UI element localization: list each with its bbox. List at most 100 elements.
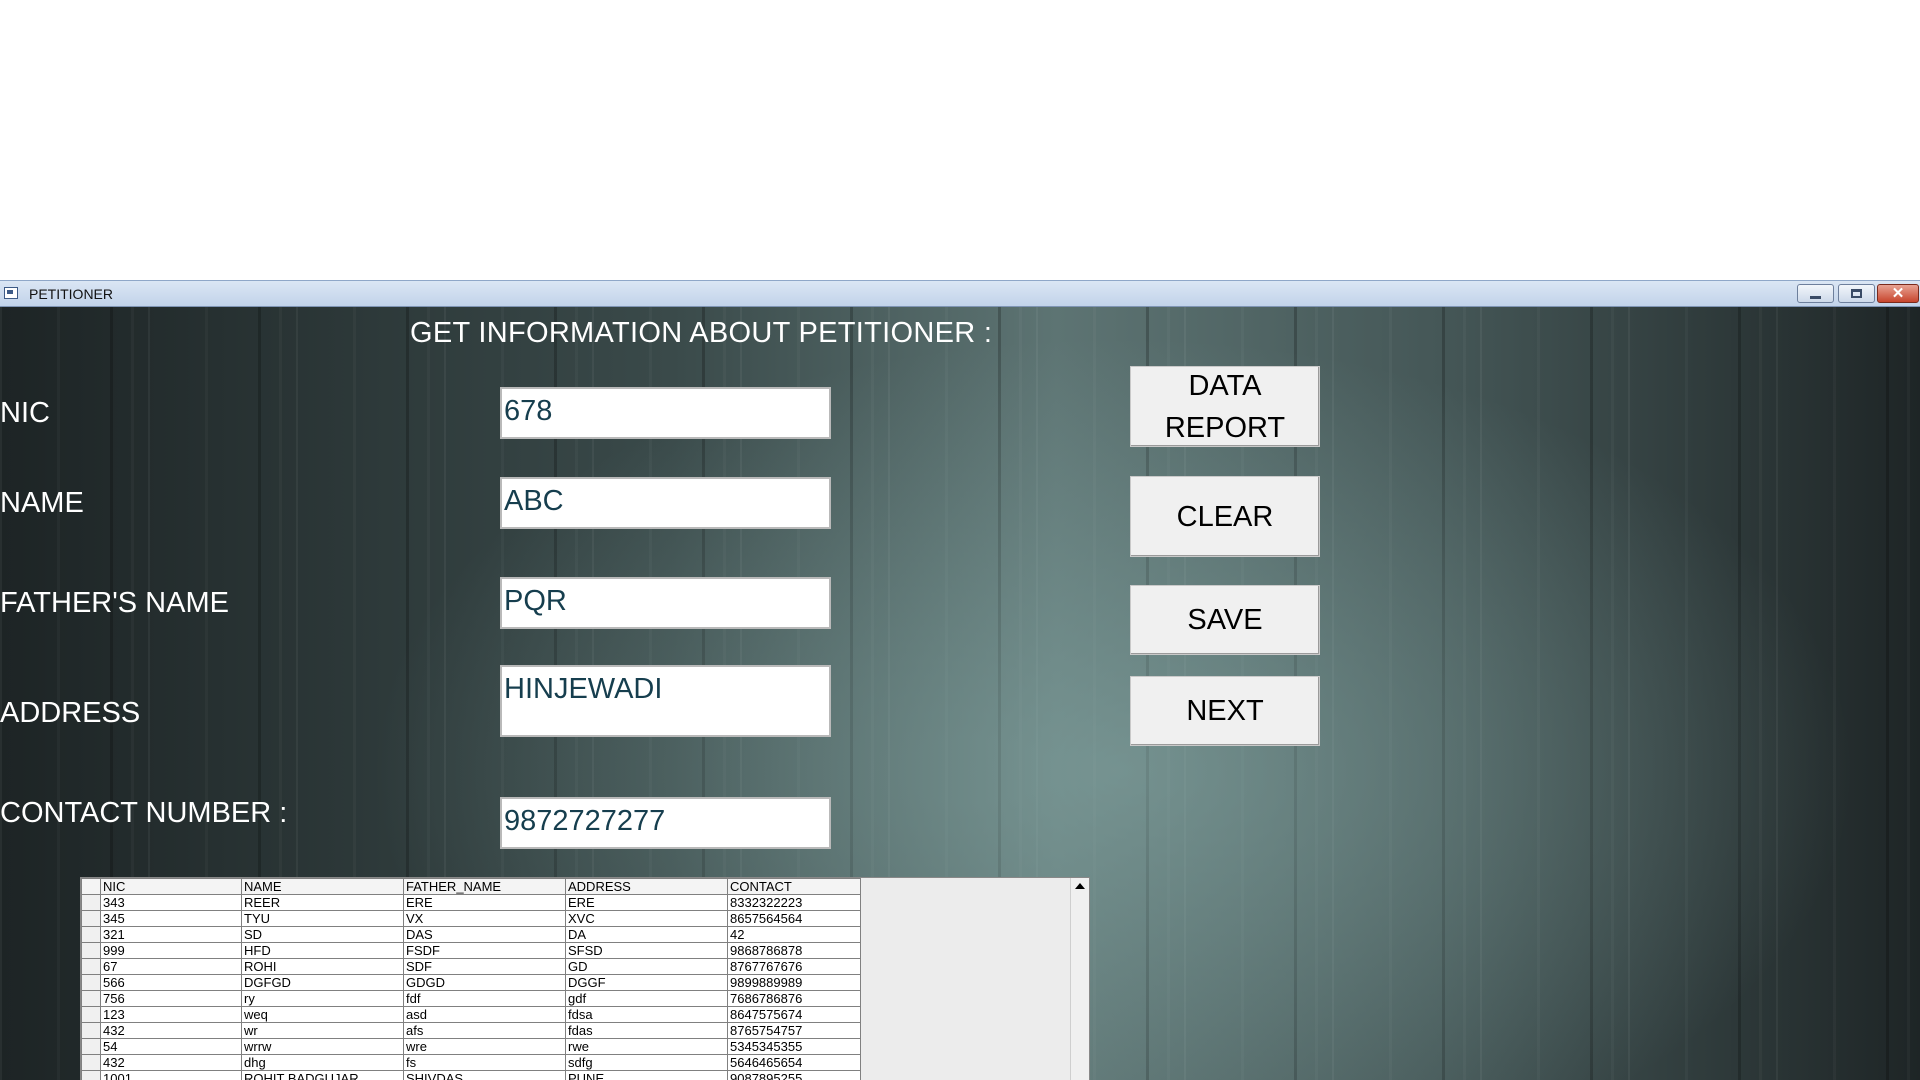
vertical-scrollbar[interactable]: [1070, 878, 1089, 1080]
cell-father-name[interactable]: wre: [403, 1038, 566, 1055]
cell-address[interactable]: DA: [565, 926, 728, 943]
cell-father-name[interactable]: ERE: [403, 894, 566, 911]
cell-father-name[interactable]: fdf: [403, 990, 566, 1007]
table-row[interactable]: 1001 ROHIT BADGUJAR SHIVDAS PUNE 9087895…: [81, 1070, 861, 1080]
cell-address[interactable]: fdas: [565, 1022, 728, 1039]
cell-address[interactable]: sdfg: [565, 1054, 728, 1071]
row-selector[interactable]: [81, 1038, 101, 1055]
cell-name[interactable]: ROHIT BADGUJAR: [241, 1070, 404, 1080]
cell-nic[interactable]: 1001: [100, 1070, 242, 1080]
cell-father-name[interactable]: asd: [403, 1006, 566, 1023]
cell-contact[interactable]: 42: [727, 926, 861, 943]
cell-father-name[interactable]: SHIVDAS: [403, 1070, 566, 1080]
cell-name[interactable]: HFD: [241, 942, 404, 959]
petitioner-data-grid[interactable]: NIC NAME FATHER_NAME ADDRESS CONTACT 343…: [80, 877, 1090, 1080]
name-input[interactable]: ABC: [500, 477, 831, 529]
cell-address[interactable]: ERE: [565, 894, 728, 911]
cell-contact[interactable]: 9899889989: [727, 974, 861, 991]
cell-address[interactable]: rwe: [565, 1038, 728, 1055]
cell-nic[interactable]: 123: [100, 1006, 242, 1023]
cell-address[interactable]: PUNE: [565, 1070, 728, 1080]
cell-nic[interactable]: 999: [100, 942, 242, 959]
cell-name[interactable]: ROHI: [241, 958, 404, 975]
column-header-contact[interactable]: CONTACT: [727, 878, 861, 895]
row-selector[interactable]: [81, 1022, 101, 1039]
cell-nic[interactable]: 67: [100, 958, 242, 975]
row-selector[interactable]: [81, 974, 101, 991]
cell-father-name[interactable]: afs: [403, 1022, 566, 1039]
table-row[interactable]: 343 REER ERE ERE 8332322223: [81, 894, 861, 911]
cell-father-name[interactable]: DAS: [403, 926, 566, 943]
data-report-button[interactable]: DATA REPORT: [1130, 366, 1320, 447]
cell-address[interactable]: GD: [565, 958, 728, 975]
cell-name[interactable]: REER: [241, 894, 404, 911]
cell-nic[interactable]: 432: [100, 1022, 242, 1039]
close-button[interactable]: ✕: [1877, 284, 1919, 303]
column-header-father-name[interactable]: FATHER_NAME: [403, 878, 566, 895]
cell-address[interactable]: gdf: [565, 990, 728, 1007]
cell-name[interactable]: dhg: [241, 1054, 404, 1071]
column-header-address[interactable]: ADDRESS: [565, 878, 728, 895]
cell-nic[interactable]: 756: [100, 990, 242, 1007]
title-bar[interactable]: PETITIONER ✕: [0, 280, 1920, 307]
cell-father-name[interactable]: fs: [403, 1054, 566, 1071]
table-row[interactable]: 432 wr afs fdas 8765754757: [81, 1022, 861, 1039]
cell-name[interactable]: weq: [241, 1006, 404, 1023]
cell-contact[interactable]: 8657564564: [727, 910, 861, 927]
restore-button[interactable]: [1838, 284, 1875, 303]
cell-nic[interactable]: 345: [100, 910, 242, 927]
cell-name[interactable]: SD: [241, 926, 404, 943]
cell-father-name[interactable]: VX: [403, 910, 566, 927]
cell-contact[interactable]: 8767767676: [727, 958, 861, 975]
fathers-name-input[interactable]: PQR: [500, 577, 831, 629]
cell-name[interactable]: wr: [241, 1022, 404, 1039]
row-selector[interactable]: [81, 910, 101, 927]
table-row[interactable]: 345 TYU VX XVC 8657564564: [81, 910, 861, 927]
save-button[interactable]: SAVE: [1130, 585, 1320, 655]
cell-contact[interactable]: 9087895255: [727, 1070, 861, 1080]
cell-nic[interactable]: 343: [100, 894, 242, 911]
cell-address[interactable]: DGGF: [565, 974, 728, 991]
cell-contact[interactable]: 8647575674: [727, 1006, 861, 1023]
cell-father-name[interactable]: SDF: [403, 958, 566, 975]
row-selector[interactable]: [81, 926, 101, 943]
cell-address[interactable]: XVC: [565, 910, 728, 927]
clear-button[interactable]: CLEAR: [1130, 476, 1320, 557]
table-row[interactable]: 67 ROHI SDF GD 8767767676: [81, 958, 861, 975]
row-selector[interactable]: [81, 1070, 101, 1080]
cell-nic[interactable]: 54: [100, 1038, 242, 1055]
cell-nic[interactable]: 432: [100, 1054, 242, 1071]
table-row[interactable]: 432 dhg fs sdfg 5646465654: [81, 1054, 861, 1071]
table-row[interactable]: 756 ry fdf gdf 7686786876: [81, 990, 861, 1007]
column-header-nic[interactable]: NIC: [100, 878, 242, 895]
address-input[interactable]: HINJEWADI: [500, 665, 831, 737]
row-selector[interactable]: [81, 894, 101, 911]
cell-contact[interactable]: 9868786878: [727, 942, 861, 959]
nic-input[interactable]: 678: [500, 387, 831, 439]
scroll-up-arrow-icon[interactable]: [1075, 883, 1085, 889]
row-selector[interactable]: [81, 1054, 101, 1071]
table-row[interactable]: 566 DGFGD GDGD DGGF 9899889989: [81, 974, 861, 991]
row-selector[interactable]: [81, 990, 101, 1007]
table-row[interactable]: 321 SD DAS DA 42: [81, 926, 861, 943]
table-row[interactable]: 54 wrrw wre rwe 5345345355: [81, 1038, 861, 1055]
row-selector[interactable]: [81, 942, 101, 959]
row-selector-header[interactable]: [81, 878, 101, 895]
cell-name[interactable]: TYU: [241, 910, 404, 927]
column-header-name[interactable]: NAME: [241, 878, 404, 895]
table-row[interactable]: 123 weq asd fdsa 8647575674: [81, 1006, 861, 1023]
row-selector[interactable]: [81, 958, 101, 975]
cell-address[interactable]: SFSD: [565, 942, 728, 959]
row-selector[interactable]: [81, 1006, 101, 1023]
cell-name[interactable]: wrrw: [241, 1038, 404, 1055]
cell-contact[interactable]: 8332322223: [727, 894, 861, 911]
cell-nic[interactable]: 321: [100, 926, 242, 943]
minimize-button[interactable]: [1797, 284, 1834, 303]
cell-contact[interactable]: 5646465654: [727, 1054, 861, 1071]
table-row[interactable]: 999 HFD FSDF SFSD 9868786878: [81, 942, 861, 959]
cell-nic[interactable]: 566: [100, 974, 242, 991]
app-icon[interactable]: [4, 287, 18, 299]
next-button[interactable]: NEXT: [1130, 676, 1320, 746]
cell-address[interactable]: fdsa: [565, 1006, 728, 1023]
cell-father-name[interactable]: GDGD: [403, 974, 566, 991]
